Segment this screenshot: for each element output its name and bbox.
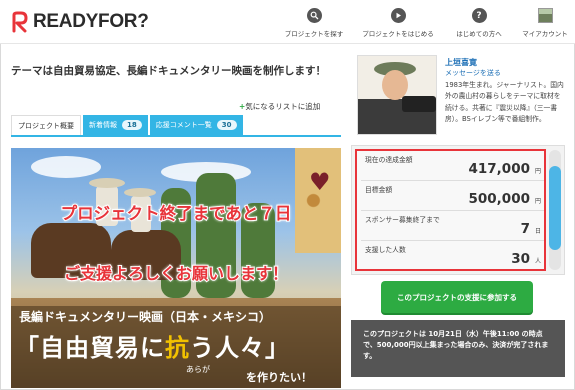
stat-label: 支援した人数 bbox=[365, 246, 406, 254]
site-logo[interactable]: READYFOR? bbox=[10, 11, 149, 33]
hero-hat bbox=[124, 188, 156, 197]
scrollbar-thumb[interactable] bbox=[549, 166, 561, 250]
project-hero-image: ♥ プロジェクト終了まであと７日 ご支援よろしくお願いします！ 長編ドキュメンタ… bbox=[11, 148, 341, 388]
main-nav: プロジェクトを探す プロジェクトをはじめる ? はじめての方へ マイアカウント bbox=[275, 4, 575, 38]
send-message-link[interactable]: メッセージを送る bbox=[445, 68, 501, 78]
stat-label: 現在の達成金額 bbox=[365, 156, 413, 164]
help-icon: ? bbox=[471, 8, 487, 23]
stat-row-days-left: スポンサー募集終了まで 7 日 bbox=[361, 211, 544, 241]
tab-updates-label: 新着情報 bbox=[89, 121, 117, 129]
hero-film-title-pre: 「自由貿易に bbox=[15, 333, 165, 362]
hero-film-title-post: う人々」 bbox=[190, 333, 290, 362]
tab-overview-label: プロジェクト概要 bbox=[18, 121, 74, 130]
owner-name[interactable]: 上垣喜寛 bbox=[445, 57, 477, 68]
stat-label: 目標金額 bbox=[365, 186, 393, 194]
play-icon bbox=[390, 8, 406, 23]
heart-icon: ♥ bbox=[309, 168, 331, 196]
search-icon bbox=[306, 8, 322, 23]
owner-photo[interactable] bbox=[357, 55, 437, 135]
hero-film-title-accent: 抗 bbox=[165, 333, 190, 362]
nav-start-label: プロジェクトをはじめる bbox=[362, 30, 434, 38]
stat-unit: 人 bbox=[534, 258, 541, 265]
nav-explore[interactable]: プロジェクトを探す bbox=[275, 4, 353, 38]
owner-bio: 1983年生まれ。ジャーナリスト。国内外の農山村の暮らしをテーマに取材を続ける。… bbox=[445, 81, 564, 123]
tab-comments[interactable]: 応援コメント一覧 30 bbox=[149, 115, 243, 135]
hero-cloud bbox=[31, 156, 101, 178]
readyfor-logo-icon bbox=[12, 11, 28, 33]
avatar-icon bbox=[537, 8, 553, 23]
nav-guide[interactable]: ? はじめての方へ bbox=[443, 4, 515, 38]
nav-account-label: マイアカウント bbox=[522, 30, 568, 38]
tab-overview[interactable]: プロジェクト概要 bbox=[11, 115, 81, 135]
tab-updates[interactable]: 新着情報 18 bbox=[83, 115, 148, 135]
stat-value: 500,000 bbox=[468, 191, 531, 207]
stat-row-supporters: 支援した人数 30 人 bbox=[361, 241, 544, 271]
camera-icon bbox=[402, 96, 436, 112]
stat-value: 30 bbox=[511, 251, 530, 267]
nav-account[interactable]: マイアカウント bbox=[515, 4, 575, 38]
nav-start[interactable]: プロジェクトをはじめる bbox=[353, 4, 443, 38]
hero-ruby: あらが bbox=[186, 365, 210, 374]
support-project-button[interactable]: このプロジェクトの支援に参加する bbox=[381, 281, 533, 313]
nav-explore-label: プロジェクトを探す bbox=[284, 30, 344, 38]
funding-notice: このプロジェクトは 10月21日（水）午後11:00 の時点で、500,000円… bbox=[351, 320, 565, 377]
stats-highlight-box: 現在の達成金額 417,000 円 目標金額 500,000 円 スポンサー募集… bbox=[355, 149, 546, 271]
stat-row-goal: 目標金額 500,000 円 bbox=[361, 181, 544, 211]
stat-label: スポンサー募集終了まで bbox=[365, 216, 440, 224]
favorite-label: 気になるリストに追加 bbox=[245, 102, 321, 111]
site-header: READYFOR? プロジェクトを探す プロジェクトをはじめる ? はじめての方… bbox=[0, 0, 575, 44]
comments-count-badge: 30 bbox=[216, 120, 237, 130]
nav-guide-label: はじめての方へ bbox=[456, 30, 502, 38]
updates-count-badge: 18 bbox=[122, 120, 142, 130]
stat-value: 7 bbox=[520, 221, 530, 237]
add-to-favorites-link[interactable]: +気になるリストに追加 bbox=[239, 101, 320, 112]
hero-subtitle: 長編ドキュメンタリー映画（日本・メキシコ） bbox=[19, 310, 272, 324]
hero-hat bbox=[89, 178, 125, 188]
project-tabs: プロジェクト概要 新着情報 18 応援コメント一覧 30 bbox=[11, 115, 341, 137]
stat-unit: 円 bbox=[534, 198, 541, 205]
stat-row-raised: 現在の達成金額 417,000 円 bbox=[361, 151, 544, 181]
hero-tagline: を作りたい！ bbox=[246, 371, 312, 384]
stat-unit: 日 bbox=[534, 228, 541, 235]
hero-film-title: 「自由貿易に抗う人々」 bbox=[15, 328, 290, 363]
stat-unit: 円 bbox=[534, 168, 541, 175]
hero-deadline-text: プロジェクト終了まであと７日 bbox=[60, 203, 293, 224]
stat-value: 417,000 bbox=[468, 161, 531, 177]
tab-comments-label: 応援コメント一覧 bbox=[155, 121, 212, 129]
hero-request-text: ご支援よろしくお願いします！ bbox=[63, 263, 289, 284]
page-title: テーマは自由貿易協定、長編ドキュメンタリー映画を制作します！ bbox=[11, 65, 326, 77]
logo-text: READYFOR? bbox=[33, 11, 149, 32]
